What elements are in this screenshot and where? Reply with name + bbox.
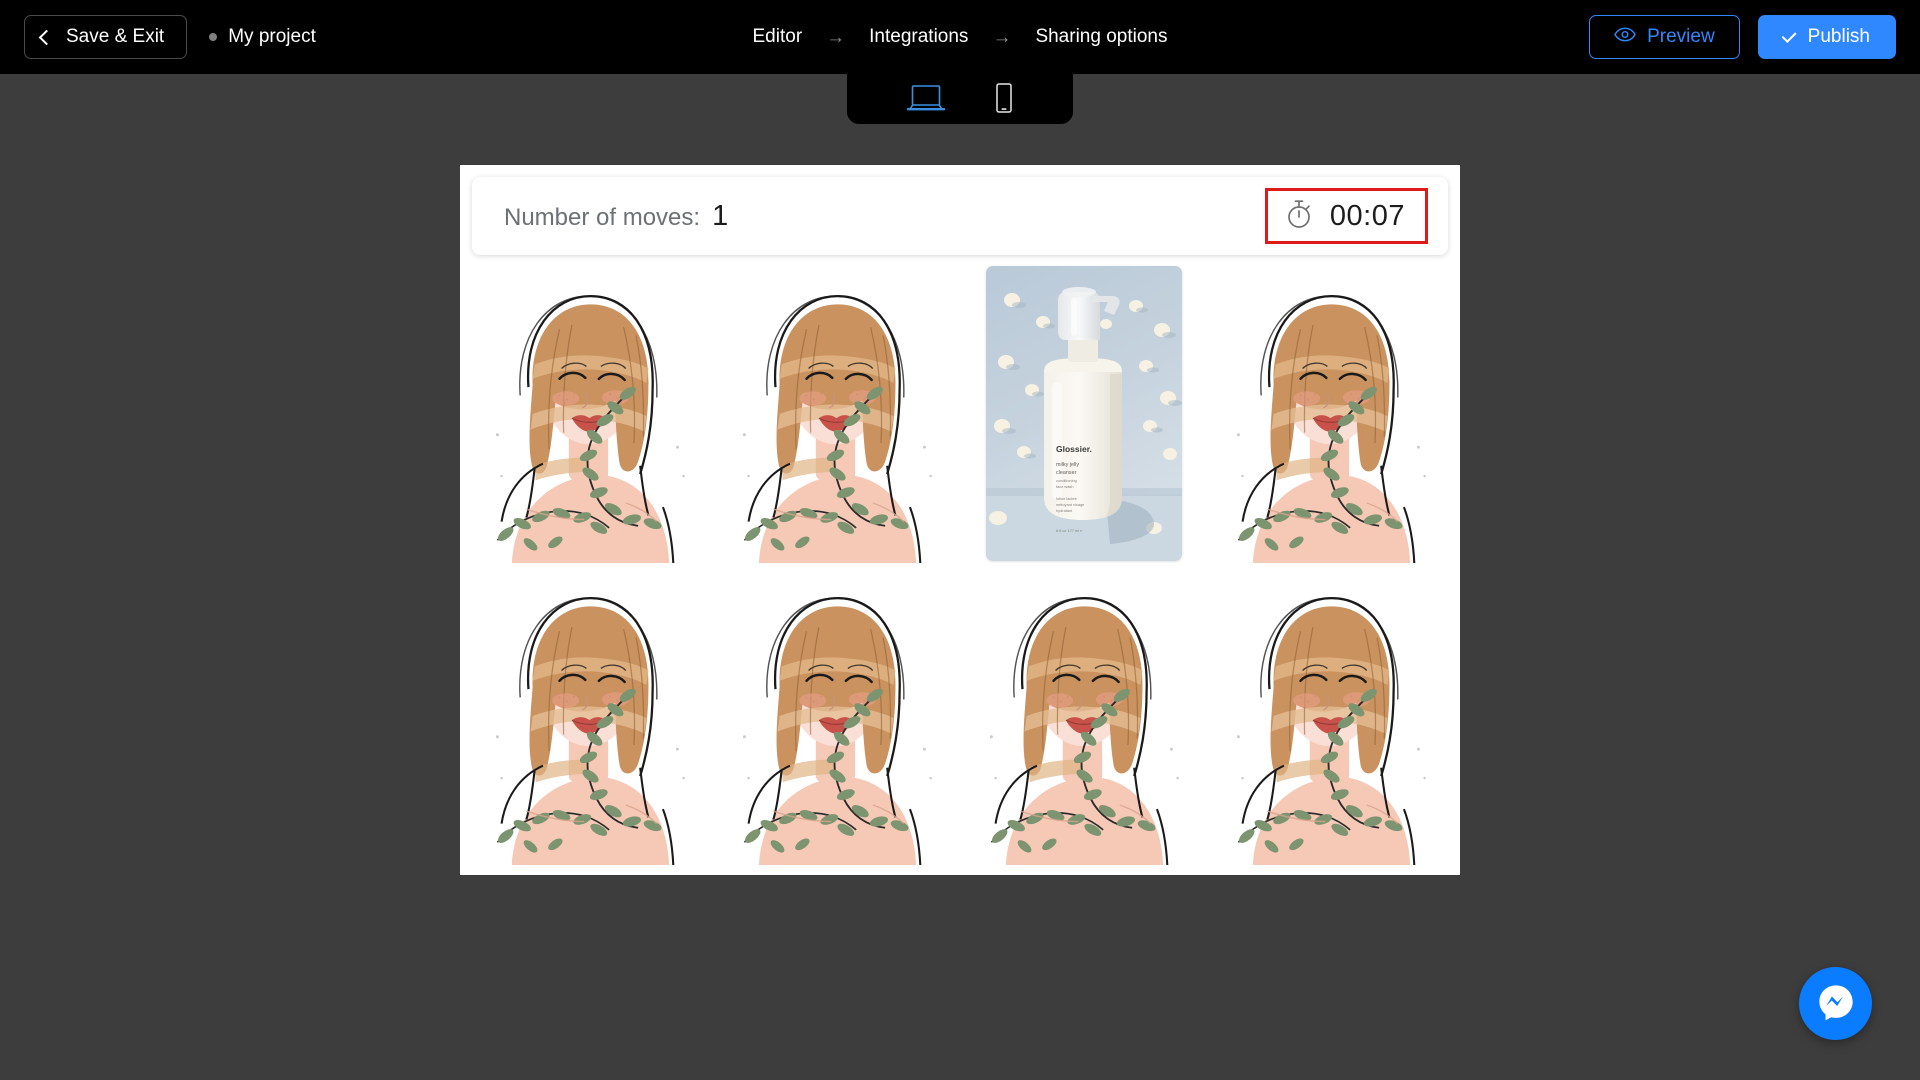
chevron-left-icon	[38, 29, 55, 45]
card-back-illustration	[717, 565, 956, 865]
memory-card-8[interactable]	[1211, 565, 1450, 865]
preview-label: Preview	[1647, 26, 1715, 47]
memory-card-6[interactable]	[717, 565, 956, 865]
memory-card-7[interactable]	[964, 565, 1203, 865]
status-dot-icon	[209, 33, 218, 41]
card-back-illustration	[964, 565, 1203, 865]
glossier-cleanser-image	[986, 266, 1182, 561]
breadcrumb-arrow-icon-2: →	[992, 26, 1012, 48]
memory-card-4[interactable]	[1211, 263, 1450, 563]
memory-card-5[interactable]	[470, 565, 709, 865]
timer-value: 00:07	[1329, 199, 1405, 232]
breadcrumb-arrow-icon-1: →	[826, 26, 846, 48]
eye-icon	[1614, 26, 1636, 48]
publish-label: Publish	[1807, 26, 1870, 47]
messenger-chat-button[interactable]	[1799, 967, 1872, 1040]
memory-card-1[interactable]	[470, 263, 709, 563]
card-back-illustration	[1211, 565, 1450, 865]
top-bar-right-group: Preview Publish	[1589, 15, 1896, 59]
card-back-illustration	[717, 263, 956, 563]
mobile-icon	[993, 82, 1015, 117]
card-back-illustration	[470, 565, 709, 865]
moves-counter: Number of moves: 1	[504, 200, 728, 233]
publish-button[interactable]: Publish	[1757, 15, 1896, 59]
check-icon	[1781, 28, 1797, 44]
save-and-exit-button[interactable]: Save & Exit	[24, 15, 188, 59]
moves-label: Number of moves:	[504, 203, 701, 231]
memory-card-2[interactable]	[717, 263, 956, 563]
preview-canvas: Number of moves: 1 00:07	[460, 165, 1460, 875]
device-toggle-desktop[interactable]	[903, 81, 949, 118]
project-name-label: My project	[228, 26, 316, 47]
save-and-exit-label: Save & Exit	[66, 26, 165, 47]
memory-card-grid: Glossier. milky jelly cleanser condition…	[470, 263, 1450, 865]
timer-widget: 00:07	[1264, 188, 1428, 244]
project-name[interactable]: My project	[209, 26, 316, 48]
breadcrumb-item-editor[interactable]: Editor	[751, 22, 805, 52]
breadcrumb-item-sharing-options[interactable]: Sharing options	[1033, 22, 1169, 52]
card-back-illustration	[1211, 263, 1450, 563]
top-bar-left-group: Save & Exit My project	[0, 15, 316, 59]
desktop-icon	[905, 83, 947, 116]
memory-card-3[interactable]	[964, 263, 1203, 563]
top-bar: Save & Exit My project Editor → Integrat…	[0, 0, 1920, 74]
moves-value: 1	[712, 199, 729, 232]
preview-button[interactable]: Preview	[1589, 15, 1740, 59]
memory-game-header: Number of moves: 1 00:07	[472, 177, 1448, 255]
card-back-illustration	[470, 263, 709, 563]
device-toggle-mobile[interactable]	[991, 80, 1017, 119]
device-toggle-bar	[847, 74, 1073, 124]
stopwatch-icon	[1284, 198, 1314, 235]
glossier-product-photo	[986, 266, 1182, 561]
breadcrumb-item-integrations[interactable]: Integrations	[867, 22, 970, 52]
messenger-icon	[1816, 982, 1856, 1025]
breadcrumb: Editor → Integrations → Sharing options	[751, 22, 1170, 52]
